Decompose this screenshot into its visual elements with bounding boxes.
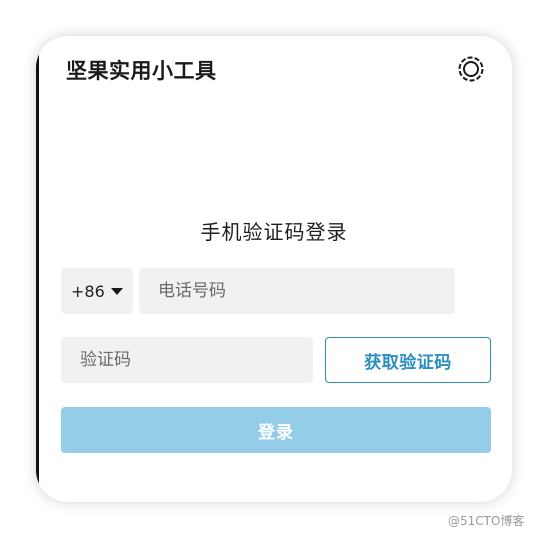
caret-down-icon xyxy=(111,288,123,295)
app-title: 坚果实用小工具 xyxy=(66,59,217,83)
phone-number-input[interactable] xyxy=(139,268,455,314)
login-button[interactable]: 登录 xyxy=(61,407,491,453)
login-heading: 手机验证码登录 xyxy=(200,220,348,244)
window-edge-divider xyxy=(36,52,39,486)
country-code-select[interactable]: +86 xyxy=(61,268,133,314)
watermark: @51CTO博客 xyxy=(448,514,525,528)
settings-circle-icon xyxy=(458,56,484,82)
verification-code-input[interactable] xyxy=(61,337,313,383)
country-code-value: +86 xyxy=(71,281,105,301)
get-code-button[interactable]: 获取验证码 xyxy=(325,337,491,383)
app-window: 坚果实用小工具 手机验证码登录 +86 获取验证码 登录 xyxy=(36,36,512,502)
settings-button[interactable] xyxy=(456,54,486,84)
screen: 坚果实用小工具 手机验证码登录 +86 获取验证码 登录 @51CTO博客 xyxy=(0,0,548,538)
